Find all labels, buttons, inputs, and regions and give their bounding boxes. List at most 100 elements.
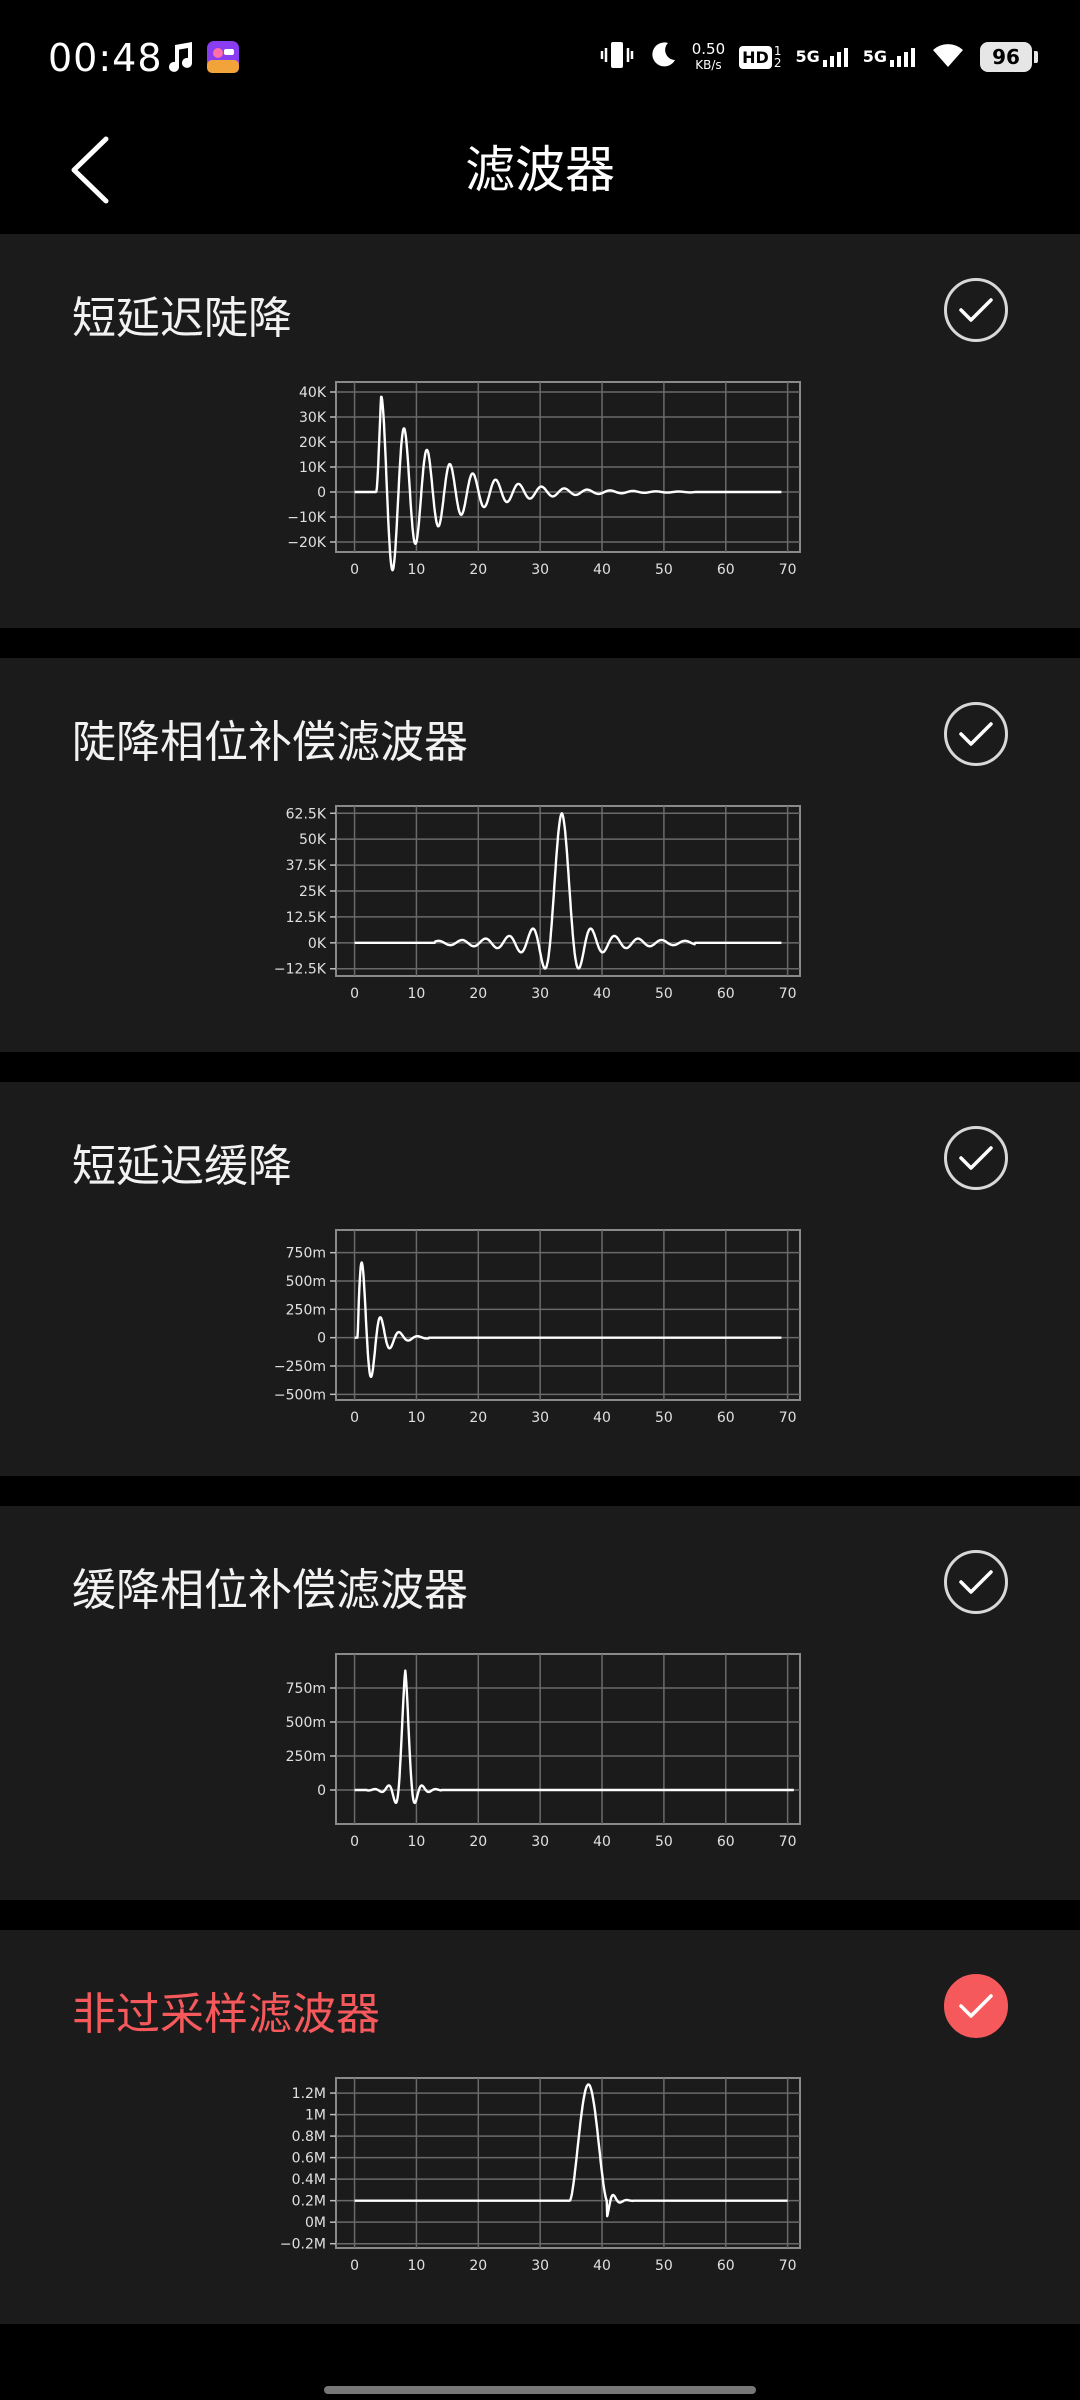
x-tick-label: 20 bbox=[469, 1834, 487, 1850]
filter-item-title: 非过采样滤波器 bbox=[72, 1989, 380, 2040]
x-tick-label: 30 bbox=[531, 1834, 549, 1850]
y-tick-label: 500m bbox=[286, 1715, 326, 1731]
x-tick-label: 40 bbox=[593, 986, 611, 1002]
x-tick-label: 0 bbox=[350, 562, 359, 578]
y-tick-label: −0.2M bbox=[280, 2237, 326, 2253]
chart-svg: 0 10 20 30 40 50 60 70 1.2M 1M 0.8M 0.6M 0.4M 0.2M 0M −… bbox=[280, 2077, 801, 2274]
y-tick-label: 25K bbox=[299, 884, 327, 900]
x-tick-label: 20 bbox=[469, 2258, 487, 2274]
home-indicator[interactable] bbox=[324, 2386, 756, 2394]
check-toggle[interactable] bbox=[944, 702, 1008, 766]
chart-svg: 0 10 20 30 40 50 60 70 750m 500m 250m 0 bbox=[286, 1653, 801, 1850]
x-tick-label: 50 bbox=[655, 1834, 673, 1850]
wifi-icon bbox=[930, 41, 966, 73]
y-tick-label: 0K bbox=[308, 936, 327, 952]
plot-frame bbox=[335, 1229, 801, 1401]
y-tick-label: 40K bbox=[299, 385, 327, 401]
check-toggle[interactable] bbox=[944, 278, 1008, 342]
y-tick-label: 750m bbox=[286, 1681, 326, 1697]
battery-level: 96 bbox=[992, 45, 1020, 69]
x-tick-label: 50 bbox=[655, 2258, 673, 2274]
y-tick-label: 20K bbox=[299, 435, 327, 451]
x-tick-label: 30 bbox=[531, 986, 549, 1002]
signal-sim1-icon: 5G bbox=[795, 47, 848, 67]
chart-svg: 0 10 20 30 40 50 60 70 40K 30K 20K 10K 0 −10K −20K bbox=[287, 381, 801, 578]
y-tick-label: −10K bbox=[287, 510, 327, 526]
x-tick-label: 60 bbox=[717, 1410, 735, 1426]
y-tick-label: 1M bbox=[305, 2108, 326, 2124]
battery-icon: 96 bbox=[980, 42, 1038, 72]
y-tick-label: 0.8M bbox=[292, 2129, 326, 2145]
y-tick-label: 10K bbox=[299, 460, 327, 476]
impulse-series-line bbox=[353, 2083, 789, 2218]
status-left-icons bbox=[166, 40, 240, 78]
network-speed-unit: KB/s bbox=[695, 58, 722, 72]
y-tick-label: 0 bbox=[317, 1783, 326, 1799]
y-tick-label: 250m bbox=[286, 1302, 326, 1318]
y-tick-label: 250m bbox=[286, 1749, 326, 1765]
y-tick-label: −500m bbox=[274, 1387, 326, 1403]
x-tick-label: 40 bbox=[593, 1410, 611, 1426]
filter-item-short-delay-sharp[interactable]: 短延迟陡降 0 10 20 30 40 50 60 70 40K 30K 20K 10K 0 −10K −2… bbox=[0, 234, 1080, 628]
impulse-series-line bbox=[353, 1669, 795, 1805]
filter-item-title: 陡降相位补偿滤波器 bbox=[72, 717, 468, 768]
y-tick-label: −250m bbox=[274, 1359, 326, 1375]
y-tick-label: 1.2M bbox=[292, 2086, 326, 2102]
hd-icon: HD 12 bbox=[739, 45, 781, 69]
check-toggle[interactable] bbox=[944, 1974, 1008, 2038]
impulse-response-chart: 0 10 20 30 40 50 60 70 62.5K 50K 37.5K 25K 12.5K 0K −1… bbox=[270, 798, 810, 1018]
x-tick-label: 30 bbox=[531, 562, 549, 578]
impulse-series-line bbox=[353, 1261, 783, 1378]
x-tick-label: 10 bbox=[408, 986, 426, 1002]
moon-icon bbox=[648, 40, 678, 74]
impulse-response-chart: 0 10 20 30 40 50 60 70 40K 30K 20K 10K 0 −10K −20K bbox=[270, 374, 810, 594]
x-tick-label: 40 bbox=[593, 2258, 611, 2274]
x-tick-label: 50 bbox=[655, 986, 673, 1002]
x-tick-label: 0 bbox=[350, 986, 359, 1002]
x-tick-label: 70 bbox=[779, 1410, 797, 1426]
check-toggle[interactable] bbox=[944, 1550, 1008, 1614]
x-tick-label: 0 bbox=[350, 2258, 359, 2274]
x-tick-label: 20 bbox=[469, 986, 487, 1002]
sim2-label: 5G bbox=[862, 47, 887, 66]
network-speed: 0.50 KB/s bbox=[692, 41, 725, 73]
y-tick-label: 0.6M bbox=[292, 2151, 326, 2167]
status-right-icons: 0.50 KB/s HD 12 5G 5G 96 bbox=[600, 40, 1038, 74]
x-tick-label: 30 bbox=[531, 1410, 549, 1426]
checkmark-icon bbox=[959, 722, 993, 746]
x-tick-label: 60 bbox=[717, 986, 735, 1002]
x-tick-label: 30 bbox=[531, 2258, 549, 2274]
y-tick-label: 0 bbox=[317, 485, 326, 501]
chart-svg: 0 10 20 30 40 50 60 70 750m 500m 250m 0 −250m −500m bbox=[274, 1229, 801, 1426]
filter-item-slow-phase-compensated[interactable]: 缓降相位补偿滤波器 0 10 20 30 40 50 60 70 750m 500m 250m 0 bbox=[0, 1506, 1080, 1900]
y-tick-label: −12.5K bbox=[274, 962, 327, 978]
x-tick-label: 70 bbox=[779, 986, 797, 1002]
x-tick-label: 50 bbox=[655, 562, 673, 578]
filter-item-sharp-phase-compensated[interactable]: 陡降相位补偿滤波器 0 10 20 30 40 50 60 70 62.5K 50K 37.5K 25… bbox=[0, 658, 1080, 1052]
sim1-label: 5G bbox=[795, 47, 820, 66]
x-tick-label: 0 bbox=[350, 1834, 359, 1850]
app-notification-icon bbox=[206, 40, 240, 78]
x-tick-label: 10 bbox=[408, 2258, 426, 2274]
impulse-response-chart: 0 10 20 30 40 50 60 70 1.2M 1M 0.8M 0.6M 0.4M 0.2M 0M −… bbox=[270, 2070, 810, 2290]
x-tick-label: 40 bbox=[593, 562, 611, 578]
filter-item-short-delay-slow[interactable]: 短延迟缓降 0 10 20 30 40 50 60 70 750m 500m 250m 0 −250m −… bbox=[0, 1082, 1080, 1476]
checkmark-icon bbox=[959, 298, 993, 322]
status-time: 00:48 bbox=[48, 36, 163, 80]
x-tick-label: 70 bbox=[779, 1834, 797, 1850]
y-tick-label: 0.2M bbox=[292, 2194, 326, 2210]
y-tick-label: 30K bbox=[299, 410, 327, 426]
impulse-series-line bbox=[353, 395, 783, 572]
x-tick-label: 60 bbox=[717, 562, 735, 578]
music-note-icon bbox=[166, 41, 194, 77]
x-tick-label: 20 bbox=[469, 1410, 487, 1426]
checkmark-icon bbox=[959, 1570, 993, 1594]
checkmark-icon bbox=[959, 1994, 993, 2018]
network-speed-value: 0.50 bbox=[691, 40, 726, 58]
y-tick-label: 12.5K bbox=[286, 910, 327, 926]
app-header: 滤波器 bbox=[0, 120, 1080, 232]
y-tick-label: 500m bbox=[286, 1274, 326, 1290]
check-toggle[interactable] bbox=[944, 1126, 1008, 1190]
filter-item-non-oversampling[interactable]: 非过采样滤波器 0 10 20 30 40 50 60 70 1.2M 1M 0.8M 0.6M 0.4… bbox=[0, 1930, 1080, 2324]
y-tick-label: 0 bbox=[317, 1331, 326, 1347]
